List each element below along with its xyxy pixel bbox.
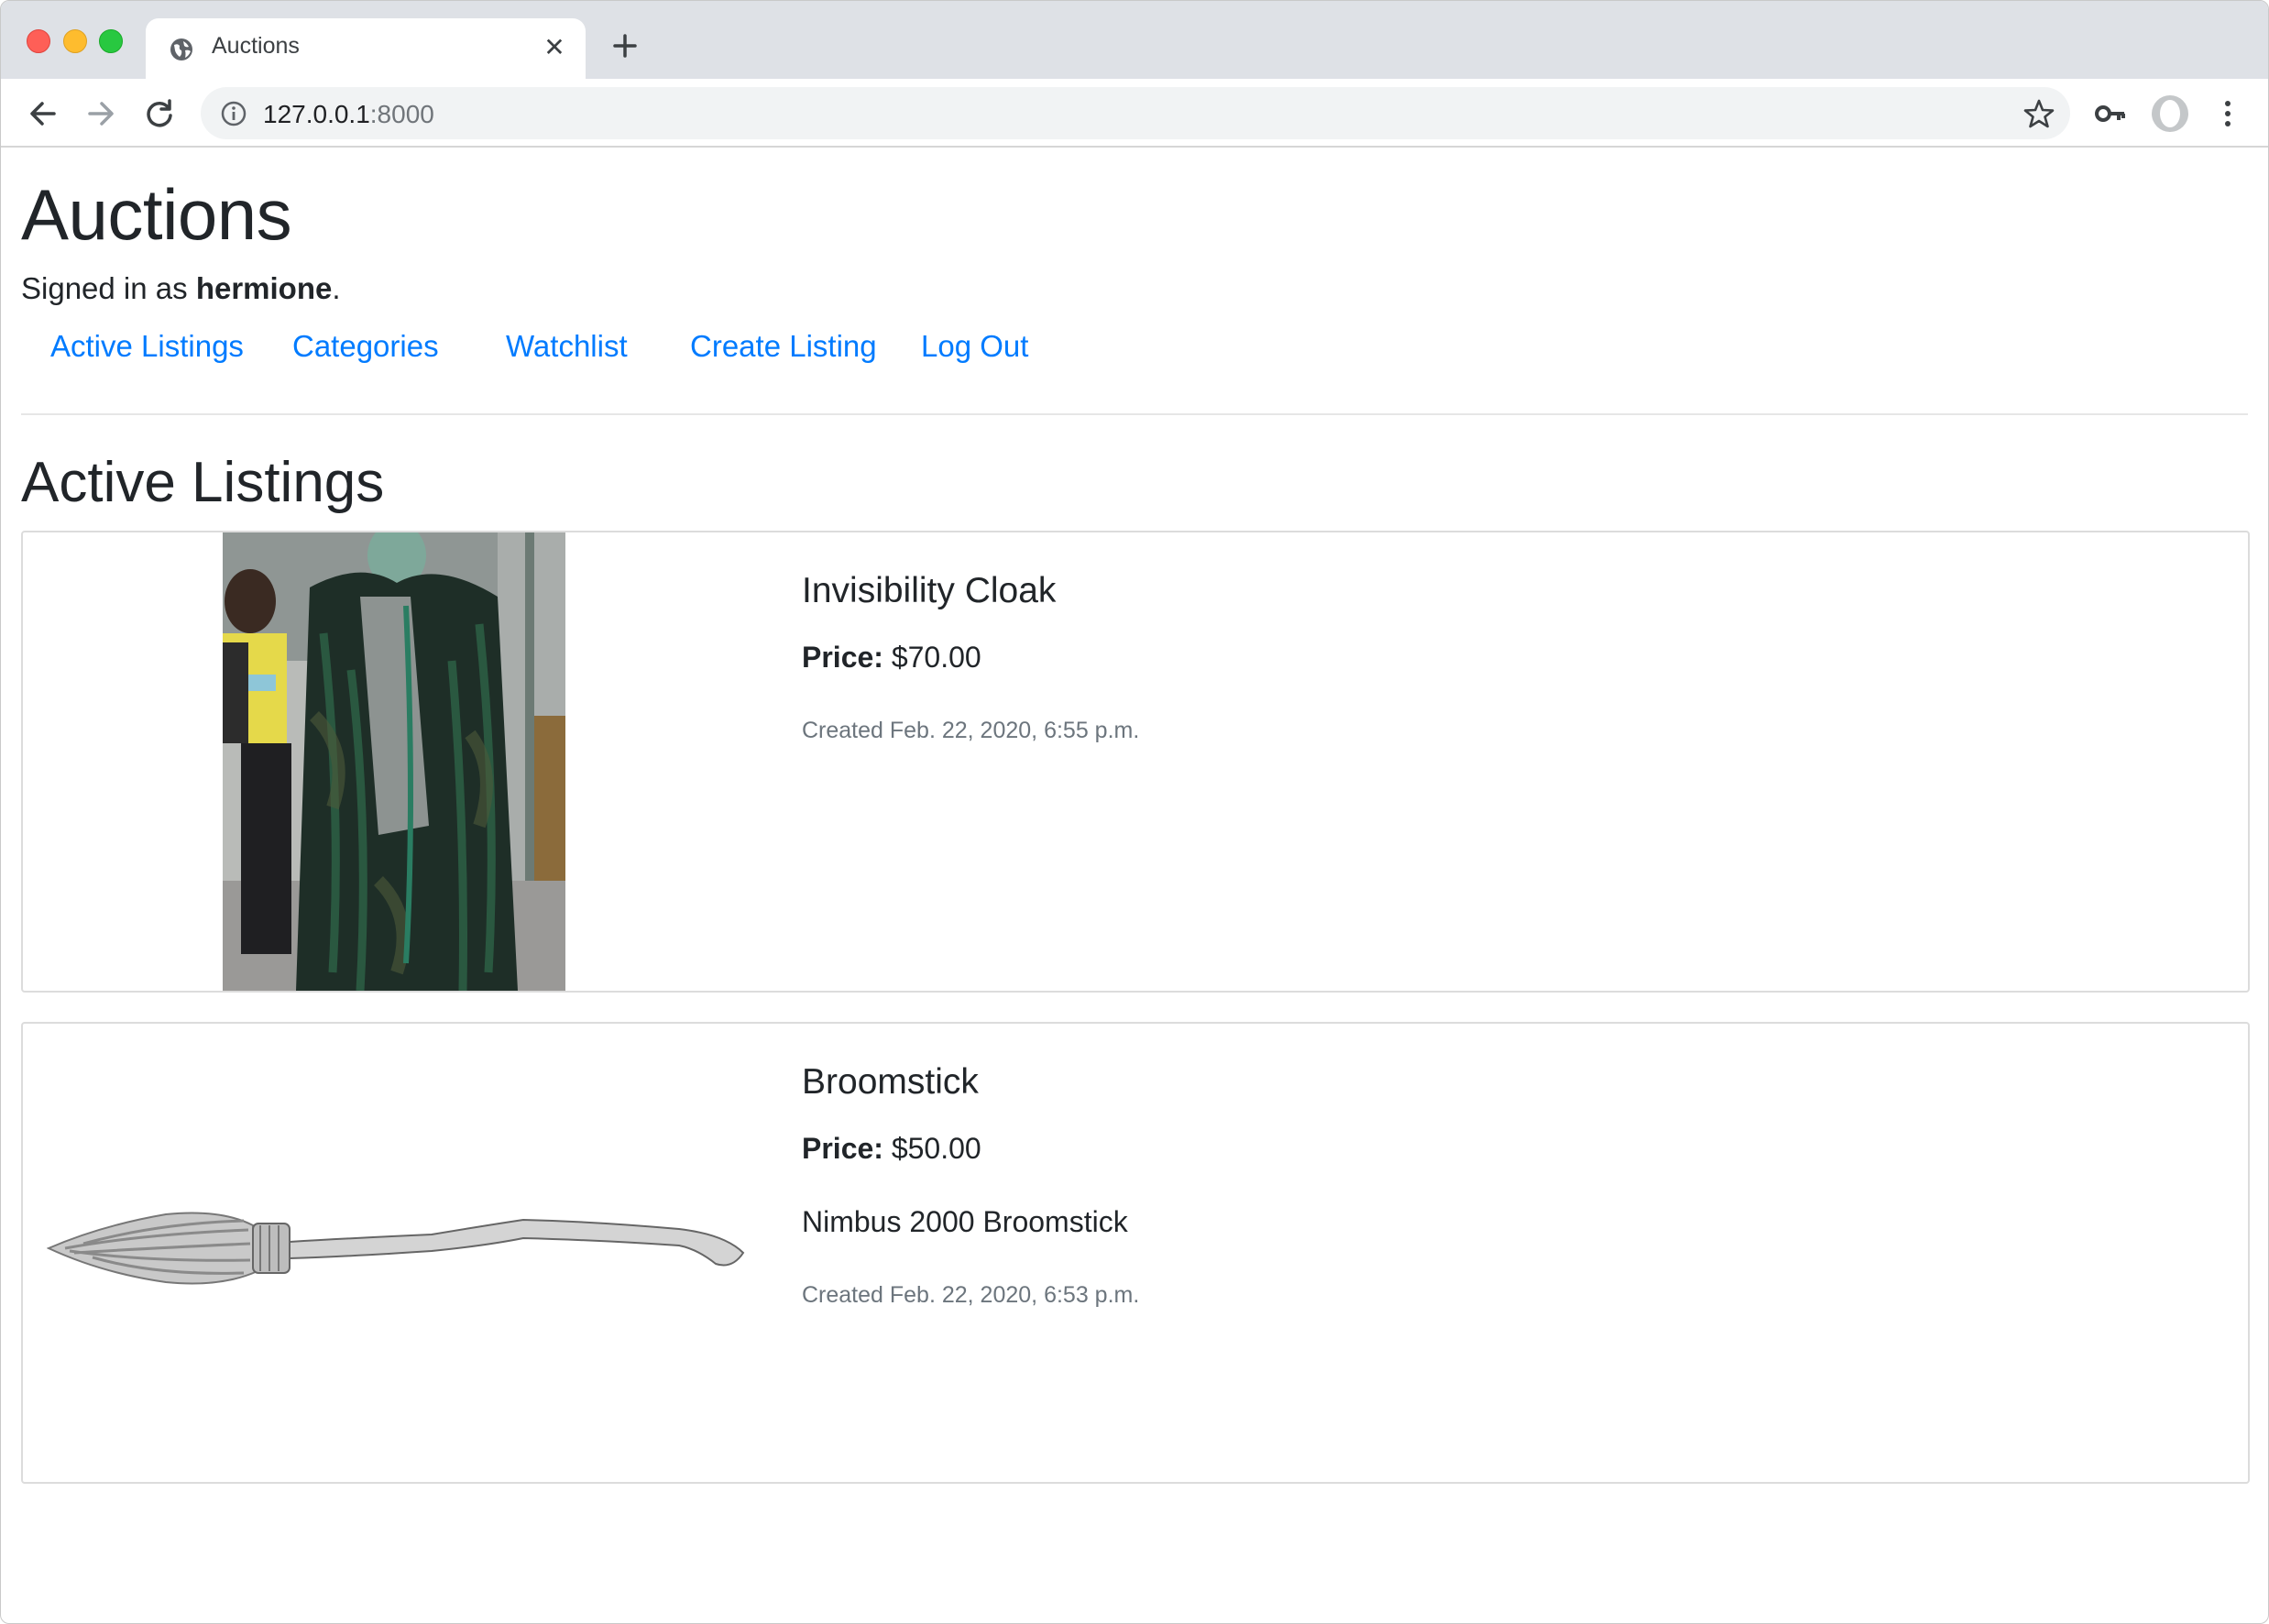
star-icon[interactable] [2022, 97, 2055, 130]
browser-tab[interactable]: Auctions ✕ [146, 18, 586, 79]
listing-title[interactable]: Invisibility Cloak [802, 571, 1056, 611]
price-value: $70.00 [891, 641, 981, 674]
listing-card[interactable]: Broomstick Price: $50.00 Nimbus 2000 Bro… [21, 1022, 2250, 1484]
listing-description: Nimbus 2000 Broomstick [802, 1205, 1128, 1238]
nav-create-listing[interactable]: Create Listing [690, 329, 877, 364]
reload-icon[interactable] [141, 95, 178, 132]
browser-window: Auctions ✕ 127.0.0.1:8000 Auctions Signe… [0, 0, 2269, 1624]
address-bar[interactable]: 127.0.0.1:8000 [201, 87, 2070, 139]
browser-toolbar: 127.0.0.1:8000 [1, 79, 2268, 148]
forward-arrow-icon[interactable] [82, 95, 119, 132]
tab-bar: Auctions ✕ [1, 1, 2268, 79]
url-port: :8000 [369, 100, 434, 128]
globe-icon [170, 38, 192, 60]
price-label: Price: [802, 1132, 883, 1165]
maximize-window-button[interactable] [99, 29, 123, 53]
section-title: Active Listings [21, 451, 385, 514]
listing-title[interactable]: Broomstick [802, 1062, 979, 1103]
back-arrow-icon[interactable] [25, 95, 61, 132]
minimize-window-button[interactable] [63, 29, 87, 53]
url-text: 127.0.0.1:8000 [263, 100, 434, 129]
listing-created: Created Feb. 22, 2020, 6:55 p.m. [802, 718, 1140, 743]
close-window-button[interactable] [27, 29, 50, 53]
divider [21, 413, 2248, 415]
signed-in-suffix: . [332, 271, 341, 305]
nav-categories[interactable]: Categories [292, 329, 439, 364]
listing-image-cloak [223, 532, 565, 991]
signed-in-status: Signed in as hermione. [21, 271, 341, 306]
close-icon[interactable]: ✕ [540, 33, 569, 62]
info-icon[interactable] [219, 99, 248, 128]
price-label: Price: [802, 641, 883, 674]
listing-image-broomstick [47, 1212, 745, 1285]
profile-icon[interactable] [2150, 93, 2190, 135]
more-vert-icon[interactable] [2219, 95, 2237, 132]
listing-price: Price: $70.00 [802, 641, 981, 675]
nav-watchlist[interactable]: Watchlist [506, 329, 628, 364]
signed-in-prefix: Signed in as [21, 271, 196, 305]
price-value: $50.00 [891, 1132, 981, 1165]
url-host: 127.0.0.1 [263, 100, 370, 128]
listing-price: Price: $50.00 [802, 1132, 981, 1166]
key-icon[interactable] [2092, 95, 2129, 132]
site-title: Auctions [21, 174, 292, 255]
nav-log-out[interactable]: Log Out [921, 329, 1028, 364]
nav-active-listings[interactable]: Active Listings [50, 329, 244, 364]
listing-created: Created Feb. 22, 2020, 6:53 p.m. [802, 1282, 1140, 1308]
listing-card[interactable]: Invisibility Cloak Price: $70.00 Created… [21, 531, 2250, 993]
tab-title: Auctions [212, 33, 300, 59]
username: hermione [195, 271, 333, 305]
plus-icon[interactable] [609, 30, 641, 61]
